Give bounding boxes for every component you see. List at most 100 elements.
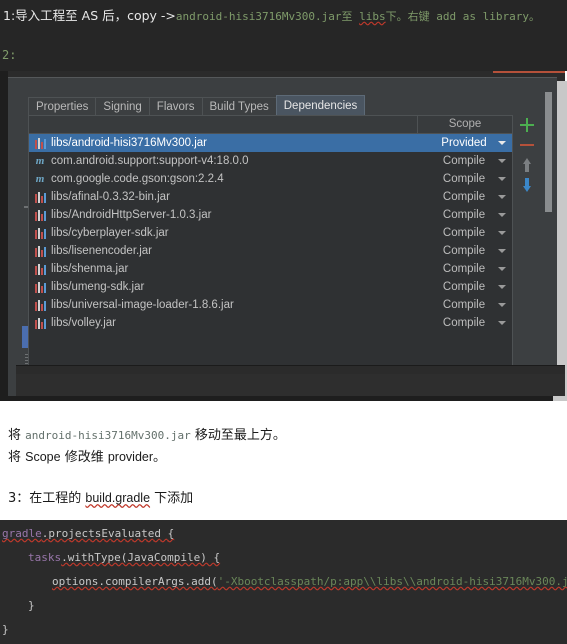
maven-icon: m (35, 173, 45, 185)
code-l1-rest: .projectsEvaluated { (41, 527, 175, 540)
step1-jar-name: android-hisi3716Mv300.jar (175, 10, 342, 23)
step1-prefix: 1:导入工程至 AS 后，copy -> (3, 8, 176, 23)
dependency-name: libs/shenma.jar (51, 263, 129, 275)
jar-icon (29, 227, 51, 239)
chevron-down-icon (498, 177, 506, 181)
step2-marker: 2: (2, 48, 17, 62)
chevron-down-icon (498, 213, 506, 217)
jar-icon (29, 209, 51, 221)
table-body: libs/android-hisi3716Mv300.jar Provided m c… (29, 134, 512, 332)
chevron-down-icon (498, 159, 506, 163)
note3-prefix: 3：在工程的 (8, 491, 86, 506)
scope-dropdown[interactable]: Provided (417, 134, 511, 152)
scope-dropdown[interactable]: Compile (417, 242, 511, 260)
add-dependency-button[interactable] (518, 116, 536, 134)
note2-mid: 修改维 (60, 450, 108, 465)
note1-prefix: 将 (8, 428, 26, 443)
code-line-5: } (2, 623, 9, 636)
step1-libs: libs (359, 10, 386, 23)
dependency-name: libs/afinal-0.3.32-bin.jar (51, 191, 170, 203)
tab-properties[interactable]: Properties (28, 97, 97, 115)
table-row[interactable]: libs/umeng-sdk.jar Compile (29, 278, 512, 296)
table-row[interactable]: libs/universal-image-loader-1.8.6.jar Com… (29, 296, 512, 314)
note3-suffix: 下添加 (150, 491, 194, 506)
step1-text: 1:导入工程至 AS 后，copy ->android-hisi3716Mv30… (3, 5, 540, 24)
code-l3-string: '-Xbootclasspath/p:app\\libs\\android-hi… (217, 575, 567, 588)
jar-icon (29, 245, 51, 257)
table-header-row: Scope (29, 116, 512, 134)
scope-dropdown[interactable]: Compile (417, 152, 511, 170)
code-l3-call: options.compilerArgs.add( (52, 575, 218, 588)
note2-provider-word: provider (107, 450, 154, 464)
ide-dialog-screenshot: Properties Signing Flavors Build Types D… (0, 71, 567, 401)
code-l1-keyword: gradle (2, 527, 42, 540)
dependency-name: com.google.code.gson:gson:2.2.4 (51, 173, 224, 185)
table-row[interactable]: libs/cyberplayer-sdk.jar Compile (29, 224, 512, 242)
chevron-down-icon (498, 285, 506, 289)
chevron-down-icon (498, 249, 506, 253)
tab-signing[interactable]: Signing (95, 97, 150, 115)
arrow-down-icon (523, 178, 531, 192)
table-row[interactable]: m com.android.support:support-v4:18.0.0 Co… (29, 152, 512, 170)
dependency-name: libs/volley.jar (51, 317, 116, 329)
code-l2-rest: .withType(JavaCompile) { (61, 551, 221, 564)
notes-section: 将 android-hisi3716Mv300.jar 移动至最上方。 将 Sc… (0, 401, 567, 520)
maven-icon: m (35, 155, 45, 167)
note1-jar: android-hisi3716Mv300.jar (25, 429, 191, 442)
dependency-name: libs/umeng-sdk.jar (51, 281, 145, 293)
table-row[interactable]: libs/AndroidHttpServer-1.0.3.jar Compile (29, 206, 512, 224)
table-row[interactable]: libs/lisenencoder.jar Compile (29, 242, 512, 260)
dependency-name: libs/android-hisi3716Mv300.jar (51, 137, 207, 149)
move-down-button[interactable] (518, 176, 536, 194)
chevron-down-icon (498, 321, 506, 325)
tab-dependencies[interactable]: Dependencies (275, 95, 366, 115)
jar-icon (29, 281, 51, 293)
jar-icon (29, 299, 51, 311)
dialog-footer-inner (16, 374, 565, 396)
table-row[interactable]: libs/afinal-0.3.32-bin.jar Compile (29, 188, 512, 206)
scope-dropdown[interactable]: Compile (417, 296, 511, 314)
scope-dropdown[interactable]: Compile (417, 314, 511, 332)
scrollbar-thumb[interactable] (545, 92, 552, 212)
dialog-tabs[interactable]: Properties Signing Flavors Build Types D… (28, 95, 366, 115)
gradle-code-block: gradle.projectsEvaluated { tasks.withTyp… (0, 520, 567, 644)
note-move-to-top: 将 android-hisi3716Mv300.jar 移动至最上方。 (8, 424, 286, 443)
note-change-scope: 将 Scope 修改维 provider。 (8, 446, 166, 465)
dependency-toolbar (514, 115, 540, 377)
note2-prefix: 将 (8, 450, 26, 465)
scope-dropdown[interactable]: Compile (417, 224, 511, 242)
chevron-down-icon (498, 231, 506, 235)
chevron-down-icon (498, 303, 506, 307)
scope-dropdown[interactable]: Compile (417, 206, 511, 224)
move-up-button[interactable] (518, 156, 536, 174)
arrow-up-icon (523, 158, 531, 172)
code-l2-keyword: tasks (28, 551, 62, 564)
jar-icon (29, 137, 51, 149)
code-line-2: tasks.withType(JavaCompile) { (0, 546, 220, 570)
note1-suffix: 移动至最上方。 (190, 428, 286, 443)
note2-scope-word: Scope (25, 450, 61, 464)
column-header-scope: Scope (448, 118, 482, 130)
chevron-down-icon (498, 267, 506, 271)
scope-dropdown[interactable]: Compile (417, 260, 511, 278)
jar-icon (29, 263, 51, 275)
table-row[interactable]: m com.google.code.gson:gson:2.2.4 Compile (29, 170, 512, 188)
table-row[interactable]: libs/shenma.jar Compile (29, 260, 512, 278)
note3-gradle-file: build.gradle (85, 491, 151, 505)
tab-build-types[interactable]: Build Types (201, 97, 277, 115)
chevron-down-icon (498, 141, 506, 145)
scope-dropdown[interactable]: Compile (417, 278, 511, 296)
scope-dropdown[interactable]: Compile (417, 170, 511, 188)
scope-dropdown[interactable]: Compile (417, 188, 511, 206)
remove-dependency-button[interactable] (518, 136, 536, 154)
dialog-frame: Properties Signing Flavors Build Types D… (8, 77, 565, 396)
jar-icon (29, 317, 51, 329)
dependency-name: com.android.support:support-v4:18.0.0 (51, 155, 249, 167)
editor-scrollbar[interactable] (545, 92, 552, 342)
note2-suffix: 。 (153, 450, 167, 465)
dependencies-table: Scope libs/android-hisi3716Mv300.jar Prov… (28, 115, 513, 377)
tab-flavors[interactable]: Flavors (148, 97, 203, 115)
table-row[interactable]: libs/volley.jar Compile (29, 314, 512, 332)
table-row[interactable]: libs/android-hisi3716Mv300.jar Provided (29, 134, 512, 152)
jar-icon (29, 191, 51, 203)
